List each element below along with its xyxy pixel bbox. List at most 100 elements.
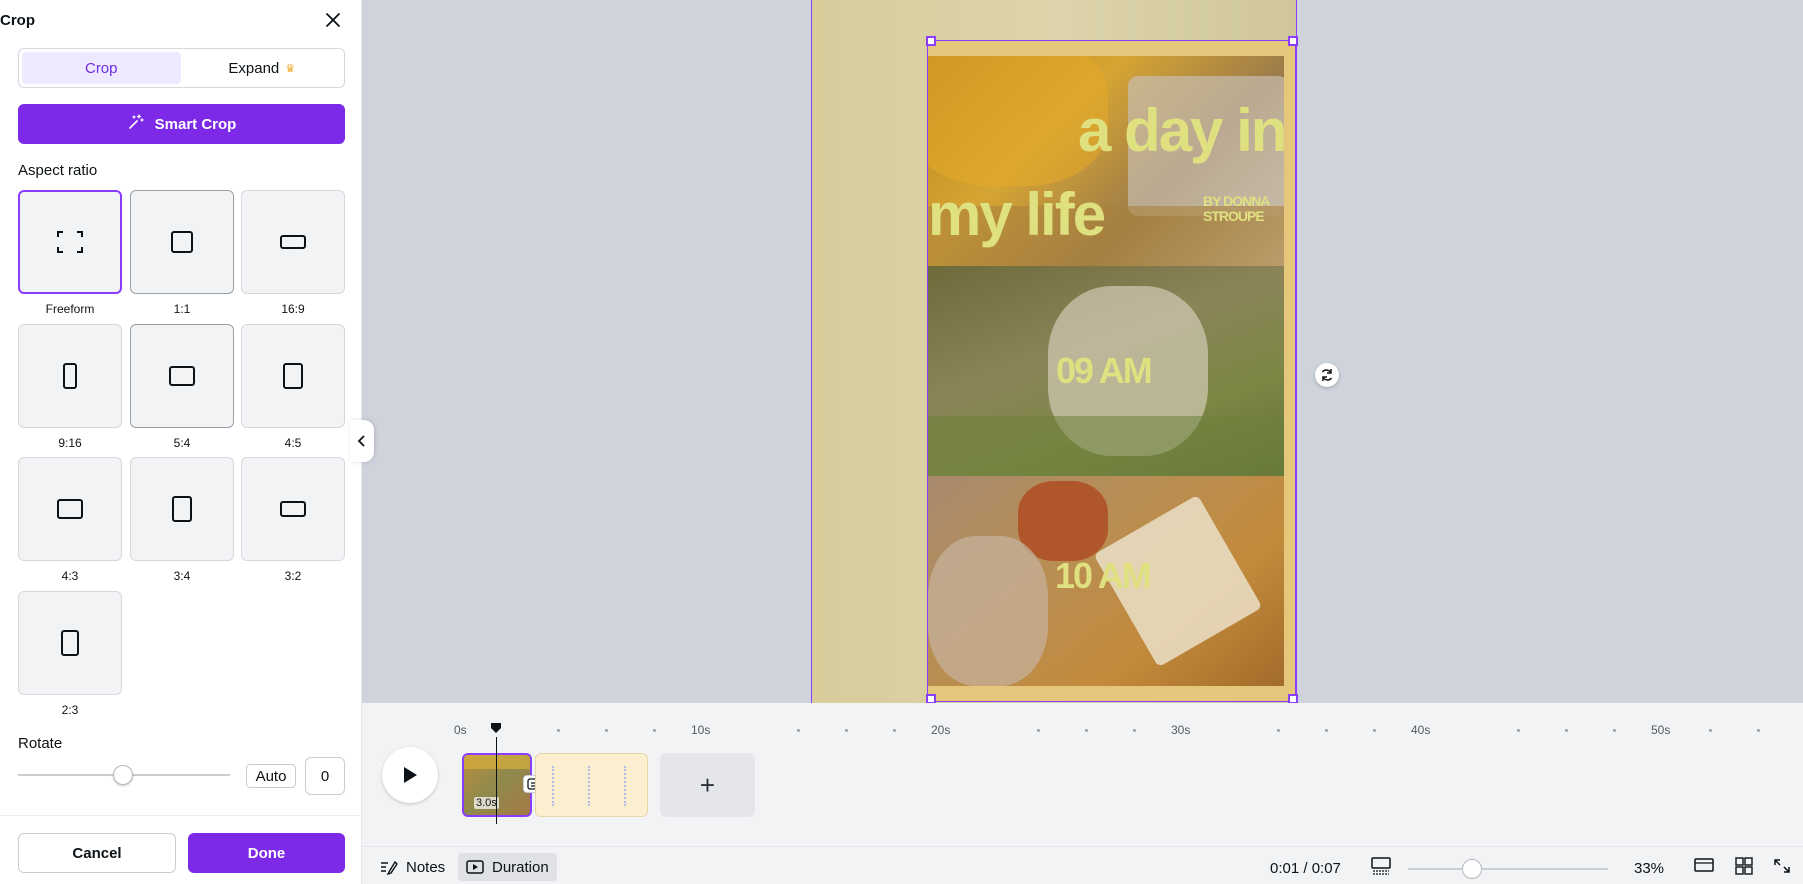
ratio-option-freeform: Freeform [18,190,122,316]
page-view-icon[interactable] [1694,857,1714,875]
playhead[interactable] [496,737,497,824]
tick-dot [1709,729,1712,732]
ratio-option-4-3: 4:3 [18,457,122,583]
sweater-shape [928,536,1048,686]
ratio-9-16-button[interactable] [18,324,122,428]
done-button[interactable]: Done [188,833,345,873]
headline-line-2: my life [928,181,1106,248]
clip-thumbnail-strip [464,755,530,769]
tick-label: 10s [691,723,711,737]
zoom-slider-thumb[interactable] [1462,859,1482,879]
ratio-label: 4:3 [61,569,79,583]
tick-dot [845,729,848,732]
ratio-4-5-button[interactable] [241,324,345,428]
tick-label: 0s [454,723,467,737]
playback-time: 0:01 / 0:07 [1270,860,1341,877]
zoom-level[interactable]: 33% [1634,860,1664,877]
ratio-2-3-button[interactable] [18,591,122,695]
tick-dot [1517,729,1520,732]
rotate-handle[interactable] [1315,363,1339,387]
ratio-option-1-1: 1:1 [130,190,234,316]
notes-button[interactable]: Notes [372,853,453,881]
time-ruler: 0s 10s 20s 30s 40s 50s [362,703,1803,743]
clip-marker [588,766,590,806]
ratio-5-4-button[interactable] [130,324,234,428]
zoom-slider-track[interactable] [1408,868,1608,870]
ratio-label: 2:3 [61,703,79,717]
panel-title: Crop [0,12,35,29]
notes-label: Notes [406,858,446,876]
ratio-option-9-16: 9:16 [18,324,122,450]
tick-dot [1757,729,1760,732]
timeline-clip-1[interactable]: 3.0s [462,753,532,817]
tick-label: 50s [1651,723,1671,737]
tick-dot [1277,729,1280,732]
tick-dot [1133,729,1136,732]
ratio-label: 1:1 [173,302,191,316]
collapse-panel-button[interactable] [350,420,374,462]
fullscreen-icon[interactable] [1772,857,1792,875]
ratio-16-9-button[interactable] [241,190,345,294]
landscape-wide-icon [280,235,306,249]
grass-shape [928,416,1284,476]
ratio-label: 3:4 [173,569,191,583]
tick-dot [797,729,800,732]
square-icon [171,231,193,253]
video-icon [466,860,484,874]
tick-label: 40s [1411,723,1431,737]
add-clip-button[interactable]: + [660,753,755,817]
rotate-auto-button[interactable]: Auto [246,764,296,788]
tab-crop-label: Crop [84,59,118,77]
crown-icon: ♛ [285,62,296,75]
tick-label: 30s [1171,723,1191,737]
smart-crop-label: Smart Crop [154,115,237,133]
ratio-3-4-button[interactable] [130,457,234,561]
tick-dot [557,729,560,732]
crop-handle-top-left[interactable] [926,36,936,46]
landscape-icon [280,501,306,517]
rotate-heading: Rotate [18,735,63,752]
portrait-icon [172,496,192,522]
play-button[interactable] [382,747,438,803]
timeline-clip-2[interactable] [535,753,648,817]
clip-marker [552,766,554,806]
headline-line-1: a day in [1078,97,1287,164]
grid-view-icon[interactable] [1734,857,1754,875]
portrait-icon [61,630,79,656]
rotate-slider-thumb[interactable] [113,765,133,785]
tick-dot [1325,729,1328,732]
crop-handle-top-right[interactable] [1288,36,1298,46]
timeline: 0s 10s 20s 30s 40s 50s 3.0s + [362,703,1803,846]
tick-dot [1037,729,1040,732]
scene-view-icon[interactable] [1371,857,1391,875]
crop-panel: Crop Crop Expand ♛ Smart Crop Aspect rati… [0,0,362,884]
duration-button[interactable]: Duration [458,853,557,881]
rotate-angle-input[interactable]: 0 [305,757,345,795]
notes-icon [381,860,398,875]
ratio-4-3-button[interactable] [18,457,122,561]
tick-dot [1613,729,1616,732]
byline: BY DONNA STROUPE [1203,194,1270,224]
playhead-handle[interactable] [490,721,502,733]
cancel-button[interactable]: Cancel [18,833,176,873]
tick-label: 20s [931,723,951,737]
play-icon [404,767,417,783]
ratio-label: 5:4 [173,436,191,450]
smart-crop-button[interactable]: Smart Crop [18,104,345,144]
ratio-label: Freeform [45,302,95,316]
tab-crop[interactable]: Crop [22,52,181,84]
close-icon[interactable] [323,10,343,30]
ratio-1-1-button[interactable] [130,190,234,294]
aspect-ratio-heading: Aspect ratio [18,162,98,179]
duration-label: Duration [492,858,549,876]
clip-marker [624,766,626,806]
byline-line-2: STROUPE [1203,208,1265,224]
landscape-icon [169,366,195,386]
tab-expand[interactable]: Expand ♛ [183,52,342,84]
ratio-freeform-button[interactable] [18,190,122,294]
ratio-3-2-button[interactable] [241,457,345,561]
ratio-option-3-4: 3:4 [130,457,234,583]
ratio-option-16-9: 16:9 [241,190,345,316]
tick-dot [1565,729,1568,732]
ratio-label: 4:5 [284,436,302,450]
